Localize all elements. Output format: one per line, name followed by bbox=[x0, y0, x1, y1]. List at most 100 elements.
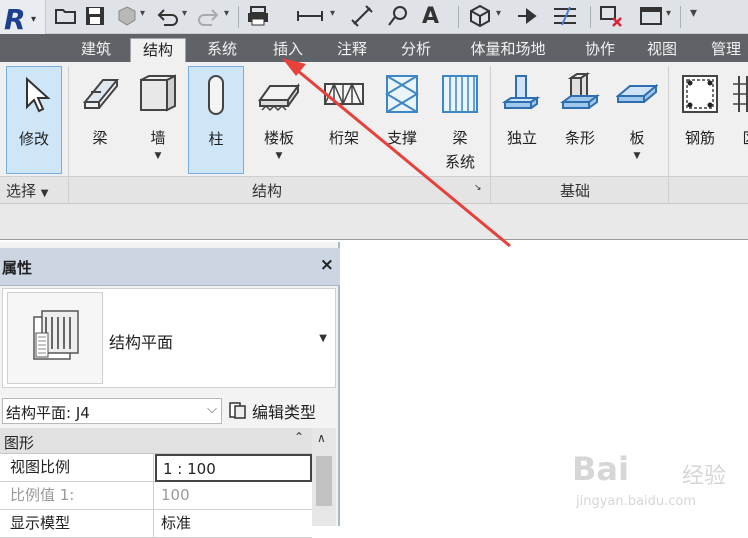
text-icon[interactable]: A bbox=[422, 4, 439, 29]
area-rebar-button[interactable]: 区 bbox=[730, 66, 748, 174]
type-selector[interactable]: 结构平面 ▼ bbox=[2, 288, 336, 388]
floor-plan-view-icon bbox=[33, 310, 79, 360]
save-icon[interactable] bbox=[84, 4, 106, 28]
chevron-down-icon[interactable]: ▾ bbox=[496, 8, 501, 19]
tab-analyze[interactable]: 分析 bbox=[388, 38, 444, 62]
truss-button[interactable]: 桁架 bbox=[316, 66, 372, 174]
instance-selector[interactable]: 结构平面: J4 ⌵ bbox=[2, 398, 222, 424]
beam-system-label-line1: 梁 bbox=[452, 129, 468, 147]
toolbar-separator bbox=[238, 6, 239, 28]
chevron-down-icon[interactable]: ▾ bbox=[140, 8, 145, 19]
rebar-button[interactable]: 钢筋 bbox=[672, 66, 728, 174]
panel-separator bbox=[668, 177, 669, 204]
edit-type-button[interactable]: 编辑类型 bbox=[228, 397, 316, 425]
wall-foundation-button[interactable]: 条形 bbox=[552, 66, 608, 174]
customize-toolbar-icon[interactable]: ▾ bbox=[690, 5, 697, 21]
select-panel-label: 选择 bbox=[6, 182, 37, 200]
tab-architecture[interactable]: 建筑 bbox=[70, 38, 122, 62]
scroll-up-icon[interactable]: ∧ bbox=[317, 431, 326, 445]
baidu-watermark: Bai 经验 jingyan.baidu.com bbox=[572, 450, 742, 520]
properties-header: 属性 × bbox=[0, 248, 340, 286]
aligned-dimension-icon[interactable] bbox=[350, 4, 374, 28]
brace-button[interactable]: 支撑 bbox=[374, 66, 430, 174]
chevron-down-icon[interactable]: ▾ bbox=[182, 8, 187, 19]
tag-icon[interactable] bbox=[386, 4, 410, 28]
watermark-url: jingyan.baidu.com bbox=[576, 494, 696, 509]
property-key: 视图比例 bbox=[0, 454, 154, 482]
tab-massing-site[interactable]: 体量和场地 bbox=[452, 38, 564, 62]
chevron-down-icon[interactable]: ▾ bbox=[330, 8, 335, 19]
wall-button[interactable]: 墙 ▼ bbox=[130, 66, 186, 174]
chevron-down-icon: ▼ bbox=[633, 151, 641, 161]
chevron-down-icon[interactable]: ▾ bbox=[666, 8, 671, 19]
switch-windows-icon[interactable] bbox=[638, 4, 664, 28]
area-rebar-label: 区 bbox=[730, 126, 748, 150]
chevron-down-icon[interactable]: ▼ bbox=[319, 333, 327, 344]
watermark-logo: Bai bbox=[572, 450, 629, 488]
panel-separator bbox=[68, 177, 69, 204]
truss-icon bbox=[324, 82, 364, 106]
properties-scrollbar[interactable]: ∧ bbox=[312, 428, 336, 526]
print-icon[interactable] bbox=[246, 4, 270, 28]
beam-system-button[interactable]: 梁 系统 bbox=[432, 66, 488, 174]
watermark-zh: 经验 bbox=[682, 464, 727, 489]
beam-label: 梁 bbox=[92, 129, 108, 147]
tab-collaborate[interactable]: 协作 bbox=[572, 38, 628, 62]
property-value[interactable]: 标准 bbox=[155, 510, 312, 538]
column-label: 柱 bbox=[208, 130, 224, 148]
property-value: 100 bbox=[161, 486, 190, 504]
measure-icon[interactable] bbox=[296, 4, 324, 28]
tab-systems[interactable]: 系统 bbox=[194, 38, 250, 62]
beam-system-label: 梁 系统 bbox=[432, 126, 488, 174]
scrollbar-thumb[interactable] bbox=[316, 456, 332, 506]
rebar-icon bbox=[682, 75, 718, 113]
column-button[interactable]: 柱 bbox=[188, 66, 244, 174]
open-icon[interactable] bbox=[54, 4, 78, 28]
group-title: 图形 bbox=[4, 434, 35, 452]
dialog-launcher-icon[interactable]: ↘ bbox=[474, 183, 482, 193]
collapse-icon[interactable]: ⌃ bbox=[294, 430, 304, 444]
chevron-down-icon: ▼ bbox=[275, 151, 283, 161]
tab-insert[interactable]: 插入 bbox=[260, 38, 316, 62]
column-icon bbox=[208, 75, 224, 115]
foundation-slab-label: 板 bbox=[629, 129, 645, 147]
select-panel-dropdown[interactable]: 选择 ▼ bbox=[6, 180, 49, 201]
beam-icon bbox=[82, 79, 120, 109]
close-hidden-windows-icon[interactable] bbox=[598, 4, 624, 28]
property-value-input[interactable]: 1 : 100 bbox=[155, 454, 312, 482]
foundation-slab-button[interactable]: 板 ▼ bbox=[608, 66, 666, 174]
floor-slab-icon bbox=[258, 82, 300, 112]
beam-button[interactable]: 梁 bbox=[74, 66, 126, 174]
beam-system-label-line2: 系统 bbox=[444, 153, 475, 171]
property-row-display-model: 显示模型 标准 bbox=[0, 510, 312, 538]
brace-label: 支撑 bbox=[386, 129, 417, 147]
type-name: 结构平面 bbox=[109, 333, 174, 352]
undo-icon[interactable] bbox=[156, 4, 180, 28]
chevron-down-icon[interactable]: ▾ bbox=[224, 8, 229, 19]
redo-icon[interactable] bbox=[196, 4, 220, 28]
isolated-foundation-label: 独立 bbox=[506, 129, 537, 147]
sync-icon[interactable] bbox=[116, 4, 138, 28]
floor-button[interactable]: 楼板 ▼ bbox=[250, 66, 308, 174]
truss-label: 桁架 bbox=[328, 129, 359, 147]
tab-structure[interactable]: 结构 bbox=[130, 38, 186, 62]
close-icon[interactable]: × bbox=[320, 255, 334, 275]
thin-lines-icon[interactable] bbox=[552, 4, 578, 28]
tab-annotate[interactable]: 注释 bbox=[324, 38, 380, 62]
property-key: 显示模型 bbox=[0, 510, 154, 538]
section-icon[interactable] bbox=[514, 4, 538, 28]
tab-view[interactable]: 视图 bbox=[636, 38, 688, 62]
toolbar-separator bbox=[590, 6, 591, 28]
graphics-group-header[interactable]: 图形 ⌃ bbox=[0, 428, 312, 454]
ribbon: 修改 梁 墙 ▼ 柱 楼板 ▼ 桁架 支撑 梁 系统 独立 条形 板 ▼ 钢筋 … bbox=[0, 62, 748, 204]
area-rebar-icon bbox=[733, 76, 748, 112]
property-key: 比例值 1: bbox=[0, 482, 154, 510]
isolated-foundation-button[interactable]: 独立 bbox=[494, 66, 550, 174]
property-row-view-scale: 视图比例 1 : 100 bbox=[0, 454, 312, 482]
3d-view-icon[interactable] bbox=[468, 4, 492, 28]
toolbar-separator bbox=[680, 6, 681, 28]
application-menu-button[interactable]: R ▾ bbox=[0, 0, 46, 38]
tab-manage[interactable]: 管理 bbox=[698, 38, 748, 62]
edit-type-icon bbox=[229, 402, 246, 419]
modify-button[interactable]: 修改 bbox=[6, 66, 62, 174]
